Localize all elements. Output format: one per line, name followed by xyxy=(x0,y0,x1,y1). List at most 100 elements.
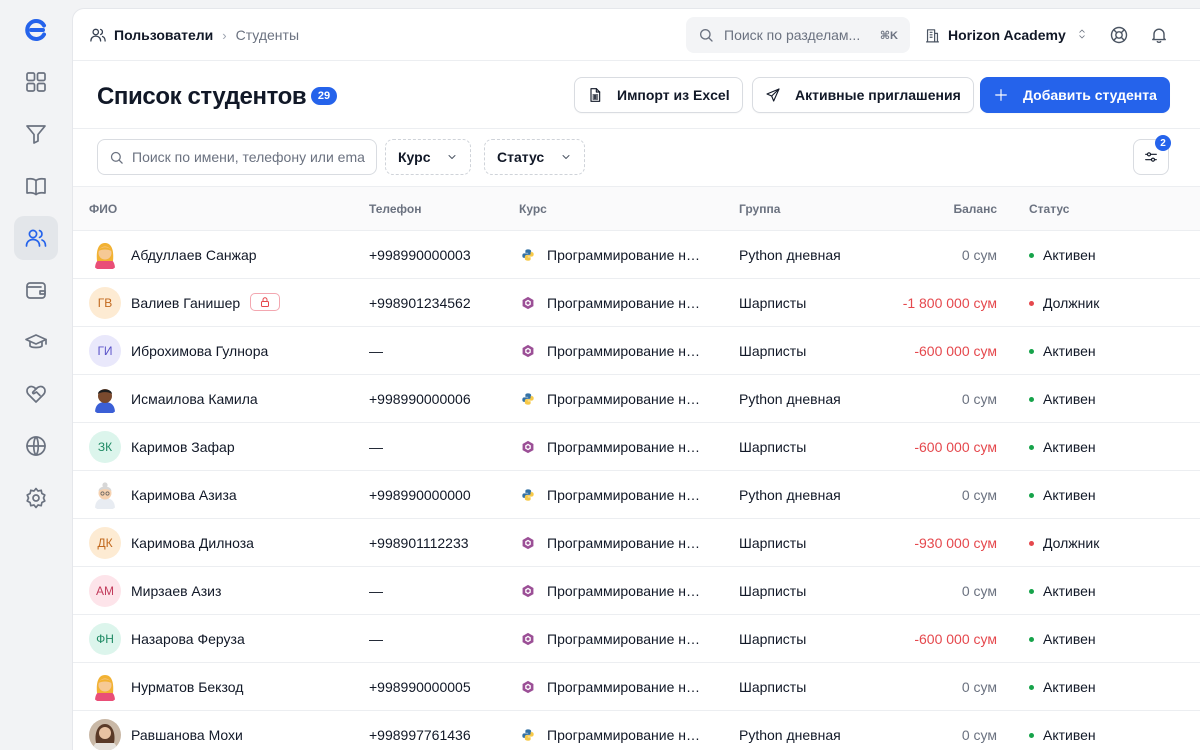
student-phone: — xyxy=(369,439,383,455)
column-header-course[interactable]: Курс xyxy=(519,202,547,216)
global-search-placeholder: Поиск по разделам... xyxy=(724,27,861,43)
sliders-icon xyxy=(1145,152,1157,162)
status-label: Активен xyxy=(1043,631,1096,647)
status-label: Активен xyxy=(1043,679,1096,695)
student-name[interactable]: Назарова Феруза xyxy=(131,631,245,647)
csharp-icon xyxy=(519,678,537,696)
avatar: АМ xyxy=(89,575,121,607)
notifications-bell-icon[interactable] xyxy=(1149,25,1169,45)
python-icon xyxy=(519,246,537,264)
student-course: Программирование на C# xyxy=(547,631,707,647)
python-icon xyxy=(519,726,537,744)
status-badge: Активен xyxy=(1029,247,1096,263)
student-name[interactable]: Валиев Ганишер xyxy=(131,295,240,311)
student-balance: -600 000 сум xyxy=(914,343,997,359)
active-invites-button[interactable]: Активные приглашения xyxy=(752,77,974,113)
table-row[interactable]: Абдуллаев Санжар +998990000003 Программиро… xyxy=(73,231,1200,279)
sidebar-graduation-cap-icon[interactable] xyxy=(14,320,58,364)
status-badge: Должник xyxy=(1029,535,1099,551)
status-dot-icon xyxy=(1029,348,1034,354)
sidebar-heart-handshake-icon[interactable] xyxy=(14,372,58,416)
student-balance: 0 сум xyxy=(961,679,997,695)
organization-switcher[interactable]: Horizon Academy xyxy=(924,17,1088,53)
student-group: Шарписты xyxy=(739,583,807,599)
sidebar-wallet-icon[interactable] xyxy=(14,268,58,312)
breadcrumb-current: Студенты xyxy=(235,27,300,43)
column-header-group[interactable]: Группа xyxy=(739,202,780,216)
student-phone: +998990000006 xyxy=(369,391,471,407)
student-phone: +998990000003 xyxy=(369,247,471,263)
student-phone: — xyxy=(369,343,383,359)
add-student-button[interactable]: Добавить студента xyxy=(980,77,1170,113)
search-shortcut-badge: ⌘K xyxy=(879,29,898,42)
student-name[interactable]: Каримова Азиза xyxy=(131,487,237,503)
status-label: Должник xyxy=(1043,535,1100,551)
sidebar-settings-gear-icon[interactable] xyxy=(14,476,58,520)
student-search-input[interactable]: Поиск по имени, телефону или email xyxy=(97,139,377,175)
page-title: Список студентов xyxy=(97,83,307,110)
student-group: Python дневная xyxy=(739,247,841,263)
csharp-icon xyxy=(519,534,537,552)
status-dot-icon xyxy=(1029,588,1034,594)
table-row[interactable]: АМ Мирзаев Азиз — Программирование на C# Шар… xyxy=(73,567,1200,615)
organization-name: Horizon Academy xyxy=(948,27,1066,43)
chevron-up-down-icon xyxy=(1066,27,1088,43)
sidebar-book-icon[interactable] xyxy=(14,164,58,208)
status-label: Активен xyxy=(1043,487,1096,503)
lock-icon xyxy=(250,293,280,311)
global-search-input[interactable]: Поиск по разделам... ⌘K xyxy=(686,17,910,53)
column-header-balance[interactable]: Баланс xyxy=(953,202,997,216)
table-row[interactable]: Нурматов Бекзод +998990000005 Программиров… xyxy=(73,663,1200,711)
student-group: Шарписты xyxy=(739,439,807,455)
student-course: Программирование на C# xyxy=(547,679,707,695)
student-name[interactable]: Каримова Дилноза xyxy=(131,535,254,551)
status-filter-dropdown[interactable]: Статус xyxy=(484,139,586,175)
avatar: ФН xyxy=(89,623,121,655)
student-balance: 0 сум xyxy=(961,391,997,407)
status-label: Активен xyxy=(1043,247,1096,263)
chevron-down-icon xyxy=(562,155,570,159)
import-excel-button[interactable]: Импорт из Excel xyxy=(574,77,743,113)
column-header-status[interactable]: Статус xyxy=(1029,202,1069,216)
table-header: ФИО Телефон Курс Группа Баланс Статус xyxy=(73,187,1200,231)
app-logo-icon[interactable] xyxy=(24,18,48,42)
sidebar-dashboard-icon[interactable] xyxy=(14,60,58,104)
student-balance: -600 000 сум xyxy=(914,631,997,647)
student-name[interactable]: Равшанова Мохи xyxy=(131,727,243,743)
student-search-placeholder: Поиск по имени, телефону или email xyxy=(132,149,365,165)
table-row[interactable]: ЗК Каримов Зафар — Программирование на C# Ша… xyxy=(73,423,1200,471)
column-header-phone[interactable]: Телефон xyxy=(369,202,421,216)
table-row[interactable]: Равшанова Мохи +998997761436 Программирова… xyxy=(73,711,1200,750)
course-filter-dropdown[interactable]: Курс xyxy=(385,139,472,175)
chevron-down-icon xyxy=(448,155,456,159)
student-name[interactable]: Нурматов Бекзод xyxy=(131,679,243,695)
sidebar-funnel-icon[interactable] xyxy=(14,112,58,156)
page-header: Список студентов 29 Импорт из Excel Акти… xyxy=(73,61,1200,129)
avatar: ГИ xyxy=(89,335,121,367)
student-balance: 0 сум xyxy=(961,583,997,599)
table-row[interactable]: ДК Каримова Дилноза +998901112233 Программи… xyxy=(73,519,1200,567)
student-name[interactable]: Абдуллаев Санжар xyxy=(131,247,257,263)
table-row[interactable]: ГВ Валиев Ганишер +998901234562 Программиро… xyxy=(73,279,1200,327)
student-name[interactable]: Каримов Зафар xyxy=(131,439,235,455)
student-balance: 0 сум xyxy=(961,247,997,263)
table-row[interactable]: Каримова Азиза +998990000000 Программирова… xyxy=(73,471,1200,519)
student-name[interactable]: Исмаилова Камила xyxy=(131,391,258,407)
support-lifebuoy-icon[interactable] xyxy=(1109,25,1129,45)
table-row[interactable]: ГИ Иброхимова Гулнора — Программирование на… xyxy=(73,327,1200,375)
status-dot-icon xyxy=(1029,636,1034,642)
student-group: Python дневная xyxy=(739,727,841,743)
sidebar-users-icon[interactable] xyxy=(14,216,58,260)
status-badge: Активен xyxy=(1029,343,1096,359)
breadcrumb: Пользователи › Студенты xyxy=(89,26,299,44)
breadcrumb-section-link[interactable]: Пользователи xyxy=(114,27,213,43)
table-row[interactable]: Исмаилова Камила +998990000006 Программиро… xyxy=(73,375,1200,423)
student-name[interactable]: Иброхимова Гулнора xyxy=(131,343,268,359)
student-name[interactable]: Мирзаев Азиз xyxy=(131,583,221,599)
building-icon xyxy=(926,28,939,42)
table-row[interactable]: ФН Назарова Феруза — Программирование на C#… xyxy=(73,615,1200,663)
csharp-icon xyxy=(519,630,537,648)
status-badge: Активен xyxy=(1029,487,1096,503)
column-header-name[interactable]: ФИО xyxy=(89,202,117,216)
sidebar-globe-icon[interactable] xyxy=(14,424,58,468)
